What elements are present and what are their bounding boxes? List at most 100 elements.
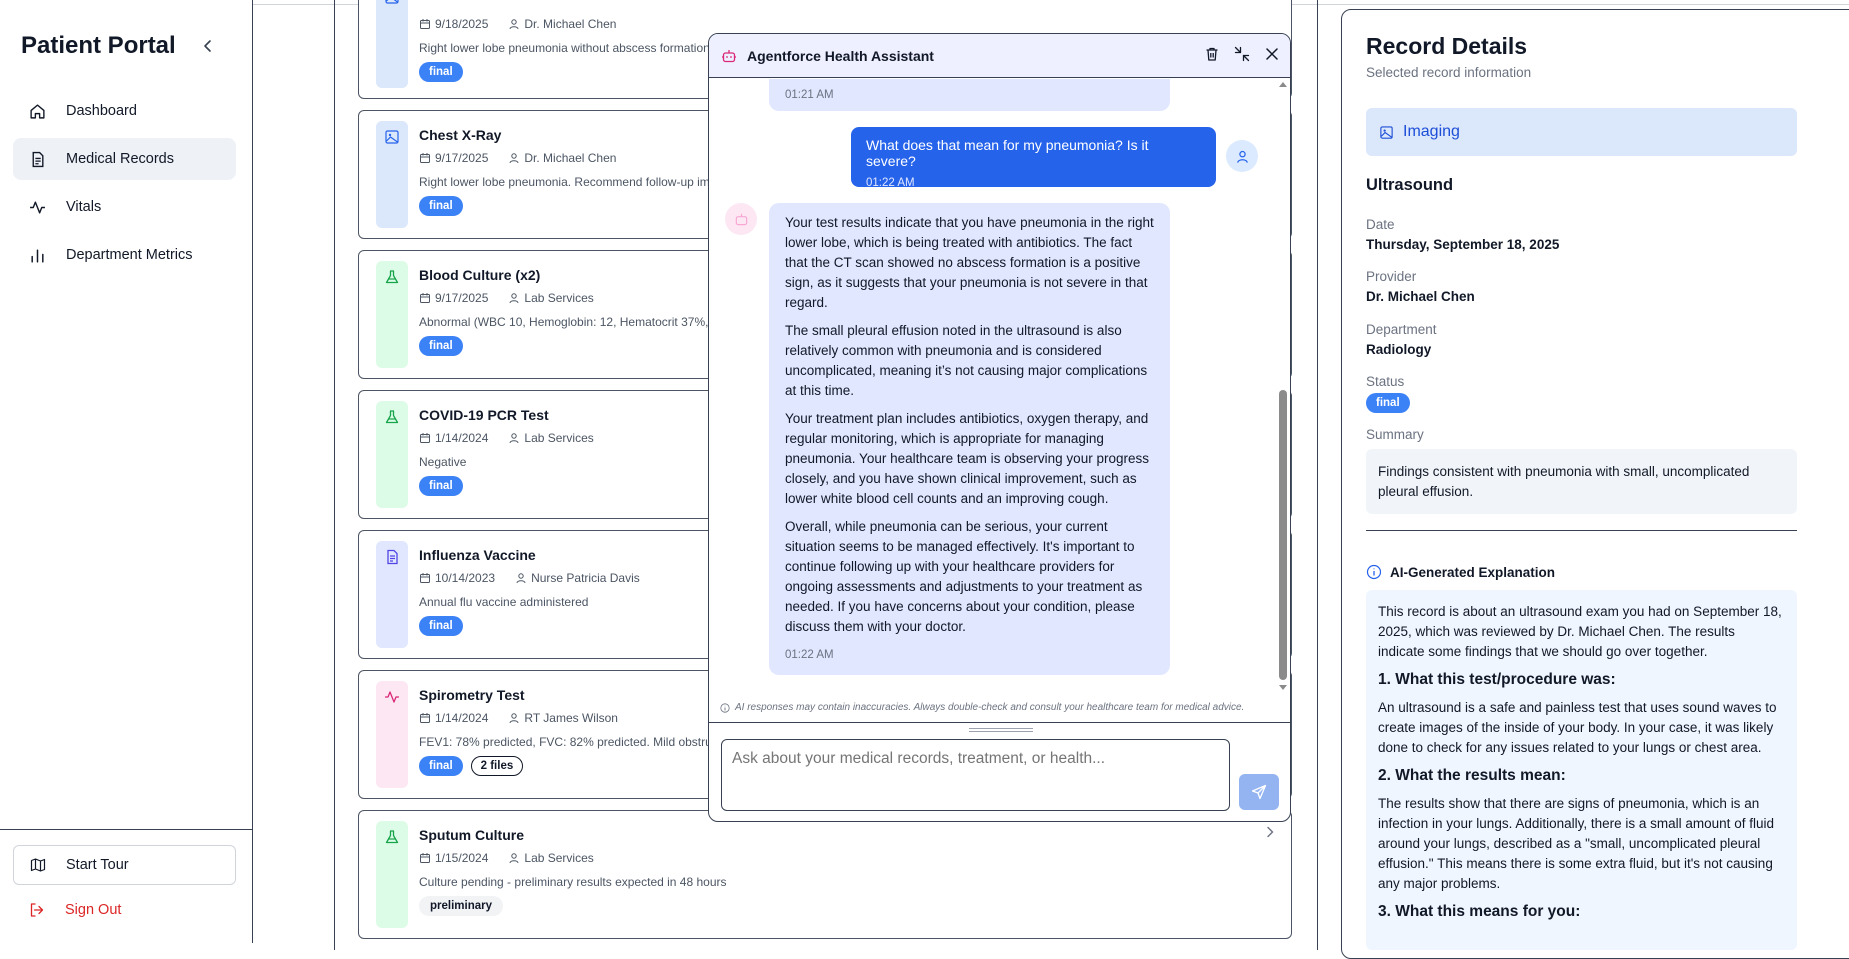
assistant-avatar bbox=[725, 203, 757, 235]
chevron-right-icon[interactable] bbox=[1263, 825, 1277, 839]
nav-label: Department Metrics bbox=[66, 247, 193, 263]
calendar-icon bbox=[420, 713, 430, 723]
chat-divider bbox=[709, 722, 1290, 723]
ai-explanation: This record is about an ultrasound exam … bbox=[1366, 590, 1797, 950]
ai-message-paragraph: Overall, while pneumonia can be serious,… bbox=[785, 519, 1143, 634]
record-provider: Dr. Michael Chen bbox=[524, 151, 617, 165]
record-meta: 1/14/2024 RT James Wilson bbox=[419, 711, 618, 725]
nav-medical-records[interactable]: Medical Records bbox=[13, 138, 236, 180]
status-badge: final bbox=[419, 756, 463, 776]
ai-message-paragraph: Your treatment plan includes antibiotics… bbox=[785, 411, 1149, 506]
image-icon bbox=[385, 130, 399, 144]
sidebar: Patient Portal Dashboard Medical Records… bbox=[0, 0, 253, 943]
sidebar-footer-divider bbox=[0, 829, 253, 830]
record-type-strip bbox=[376, 121, 408, 228]
user-icon bbox=[1236, 150, 1248, 163]
nav-vitals[interactable]: Vitals bbox=[13, 186, 236, 228]
status-badge: final bbox=[1366, 393, 1410, 413]
chat-input[interactable] bbox=[721, 739, 1230, 811]
message-time: 01:22 AM bbox=[785, 649, 834, 661]
record-card[interactable]: Sputum Culture 1/15/2024 Lab Services Cu… bbox=[358, 810, 1292, 939]
ai-message-paragraph: Your test results indicate that you have… bbox=[785, 215, 1154, 310]
record-type-strip bbox=[376, 681, 408, 788]
resize-handle[interactable] bbox=[969, 728, 1033, 732]
record-title: Sputum Culture bbox=[419, 827, 524, 843]
scroll-up-icon[interactable] bbox=[1278, 80, 1288, 88]
record-provider: Lab Services bbox=[524, 851, 594, 865]
collapse-sidebar-icon[interactable] bbox=[200, 38, 216, 54]
log-out-icon bbox=[30, 903, 44, 917]
department-label: Department bbox=[1366, 322, 1437, 337]
disclaimer-text: AI responses may contain inaccuracies. A… bbox=[735, 702, 1245, 713]
record-meta: 1/14/2024 Lab Services bbox=[419, 431, 594, 445]
nav-dashboard[interactable]: Dashboard bbox=[13, 90, 236, 132]
nav-department-metrics[interactable]: Department Metrics bbox=[13, 234, 236, 276]
close-icon[interactable] bbox=[1264, 46, 1280, 62]
activity-icon bbox=[30, 200, 45, 214]
bar-chart-icon bbox=[31, 248, 44, 263]
ai-disclaimer: AI responses may contain inaccuracies. A… bbox=[720, 702, 1244, 713]
ai-section-text: An ultrasound is a safe and painless tes… bbox=[1378, 700, 1777, 755]
record-title: COVID-19 PCR Test bbox=[419, 407, 549, 423]
file-text-icon bbox=[387, 549, 398, 565]
send-button[interactable] bbox=[1239, 774, 1279, 810]
record-type-strip bbox=[376, 261, 408, 368]
activity-icon bbox=[385, 691, 399, 703]
minimize-icon[interactable] bbox=[1234, 46, 1250, 62]
ai-explanation-heading: AI-Generated Explanation bbox=[1366, 564, 1555, 580]
record-badges: final bbox=[419, 196, 463, 216]
details-divider bbox=[1366, 530, 1797, 531]
record-provider: Lab Services bbox=[524, 431, 594, 445]
record-description: Culture pending - preliminary results ex… bbox=[419, 875, 727, 889]
chat-scrollbar[interactable] bbox=[1278, 80, 1288, 692]
flask-icon bbox=[385, 270, 399, 284]
record-badges: preliminary bbox=[419, 896, 503, 916]
scroll-thumb[interactable] bbox=[1279, 390, 1287, 680]
status-label: Status bbox=[1366, 374, 1405, 389]
summary-text: Findings consistent with pneumonia with … bbox=[1366, 449, 1797, 514]
trash-icon[interactable] bbox=[1204, 46, 1220, 62]
calendar-icon bbox=[420, 853, 430, 863]
date-value: Thursday, September 18, 2025 bbox=[1366, 237, 1560, 252]
chat-messages: 01:21 AM What does that mean for my pneu… bbox=[709, 79, 1290, 719]
start-tour-label: Start Tour bbox=[66, 857, 129, 873]
status-badge: final bbox=[419, 336, 463, 356]
record-date: 9/18/2025 bbox=[435, 17, 489, 31]
nav-label: Vitals bbox=[66, 199, 102, 215]
calendar-icon bbox=[420, 19, 430, 29]
details-subtitle: Selected record information bbox=[1366, 65, 1532, 80]
ai-section-heading: 3. What this means for you: bbox=[1378, 903, 1581, 920]
ai-section-heading: 2. What the results mean: bbox=[1378, 767, 1566, 784]
brand-title: Patient Portal bbox=[21, 32, 176, 59]
date-label: Date bbox=[1366, 217, 1395, 232]
provider-label: Provider bbox=[1366, 269, 1417, 284]
record-type-strip bbox=[376, 401, 408, 508]
status-badge: preliminary bbox=[419, 896, 503, 916]
previous-ai-message: 01:21 AM bbox=[769, 79, 1170, 111]
chat-title: Agentforce Health Assistant bbox=[747, 47, 934, 64]
sign-out-button[interactable]: Sign Out bbox=[29, 902, 121, 918]
record-type-box: Imaging bbox=[1366, 108, 1797, 156]
files-badge[interactable]: 2 files bbox=[470, 756, 524, 776]
record-provider: Nurse Patricia Davis bbox=[531, 571, 640, 585]
chat-header: Agentforce Health Assistant bbox=[709, 34, 1290, 78]
ai-heading-text: AI-Generated Explanation bbox=[1390, 564, 1556, 580]
image-icon bbox=[1380, 125, 1393, 139]
start-tour-button[interactable]: Start Tour bbox=[13, 845, 236, 885]
message-time: 01:21 AM bbox=[785, 89, 834, 101]
record-title: Influenza Vaccine bbox=[419, 547, 536, 563]
ai-section-text: The results show that there are signs of… bbox=[1378, 796, 1774, 891]
calendar-icon bbox=[420, 293, 430, 303]
department-value: Radiology bbox=[1366, 342, 1432, 357]
scroll-down-icon[interactable] bbox=[1278, 684, 1288, 692]
bot-icon bbox=[735, 213, 747, 225]
details-title: Record Details bbox=[1366, 33, 1528, 59]
record-date: 9/17/2025 bbox=[435, 151, 489, 165]
sign-out-label: Sign Out bbox=[65, 902, 122, 918]
ai-section-heading: 1. What this test/procedure was: bbox=[1378, 671, 1616, 688]
user-icon bbox=[516, 573, 526, 584]
record-provider: RT James Wilson bbox=[524, 711, 618, 725]
user-icon bbox=[509, 853, 519, 864]
record-type-strip bbox=[376, 821, 408, 928]
chat-header-actions bbox=[1204, 46, 1280, 62]
